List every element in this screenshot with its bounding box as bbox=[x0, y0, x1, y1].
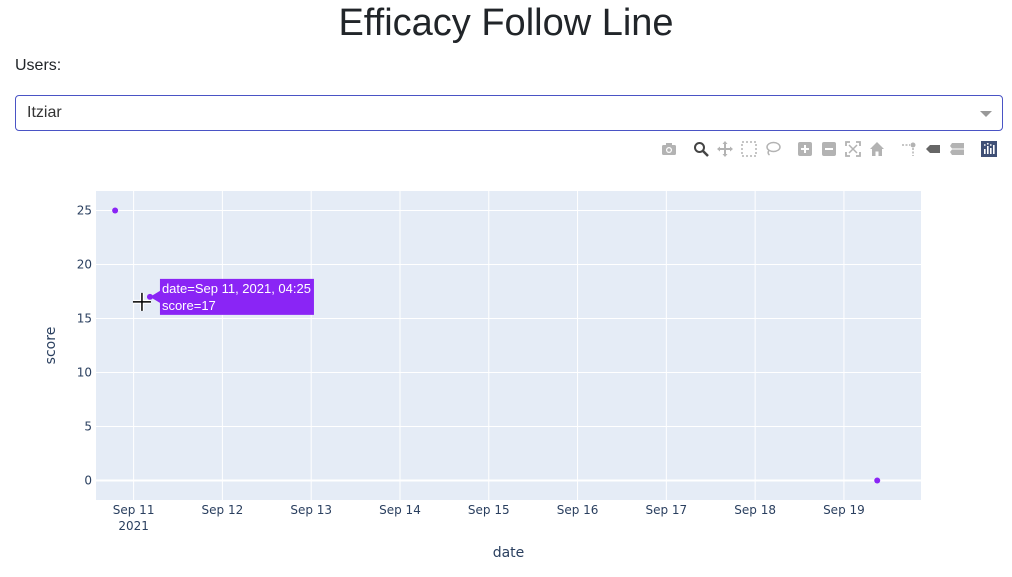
y-tick-label: 20 bbox=[77, 257, 92, 271]
y-tick-label: 10 bbox=[77, 366, 92, 380]
data-point[interactable] bbox=[874, 477, 881, 484]
x-tick-label: Sep 14 bbox=[379, 503, 421, 517]
x-tick-label: Sep 13 bbox=[290, 503, 332, 517]
scatter-chart: 0510152025 Sep 112021Sep 12 Sep 13 Sep 14 S… bbox=[43, 191, 921, 561]
x-tick-label: Sep 15 bbox=[468, 503, 510, 517]
x-tick-label: Sep 11 bbox=[113, 503, 155, 517]
x-tick-label: Sep 12 bbox=[202, 503, 244, 517]
x-axis-ticks: Sep 11 2021 Sep 12 Sep 13 Sep 14 Sep 15 Sep 16… bbox=[113, 503, 865, 533]
x-axis-title: date bbox=[493, 545, 525, 561]
y-tick-label: 0 bbox=[84, 474, 92, 488]
y-axis-ticks: 0 5 10 15 20 25 bbox=[77, 203, 92, 487]
hover-tooltip: date=Sep 11, 2021, 04:25 score=17 bbox=[149, 278, 314, 315]
plot-area[interactable] bbox=[96, 191, 921, 500]
y-tick-label: 15 bbox=[77, 311, 92, 325]
hover-date-label: date=Sep 11, 2021, 04:25 bbox=[162, 281, 311, 296]
hover-score-label: score=17 bbox=[162, 298, 216, 313]
data-point[interactable] bbox=[112, 207, 119, 214]
y-tick-label: 5 bbox=[84, 420, 92, 434]
x-tick-label: Sep 17 bbox=[645, 503, 687, 517]
x-tick-sublabel: 2021 bbox=[118, 519, 149, 533]
y-axis-title: score bbox=[43, 327, 59, 365]
x-tick-label: Sep 18 bbox=[734, 503, 776, 517]
y-tick-label: 25 bbox=[77, 203, 92, 217]
x-tick-label: Sep 19 bbox=[823, 503, 865, 517]
x-tick-label: Sep 16 bbox=[557, 503, 599, 517]
